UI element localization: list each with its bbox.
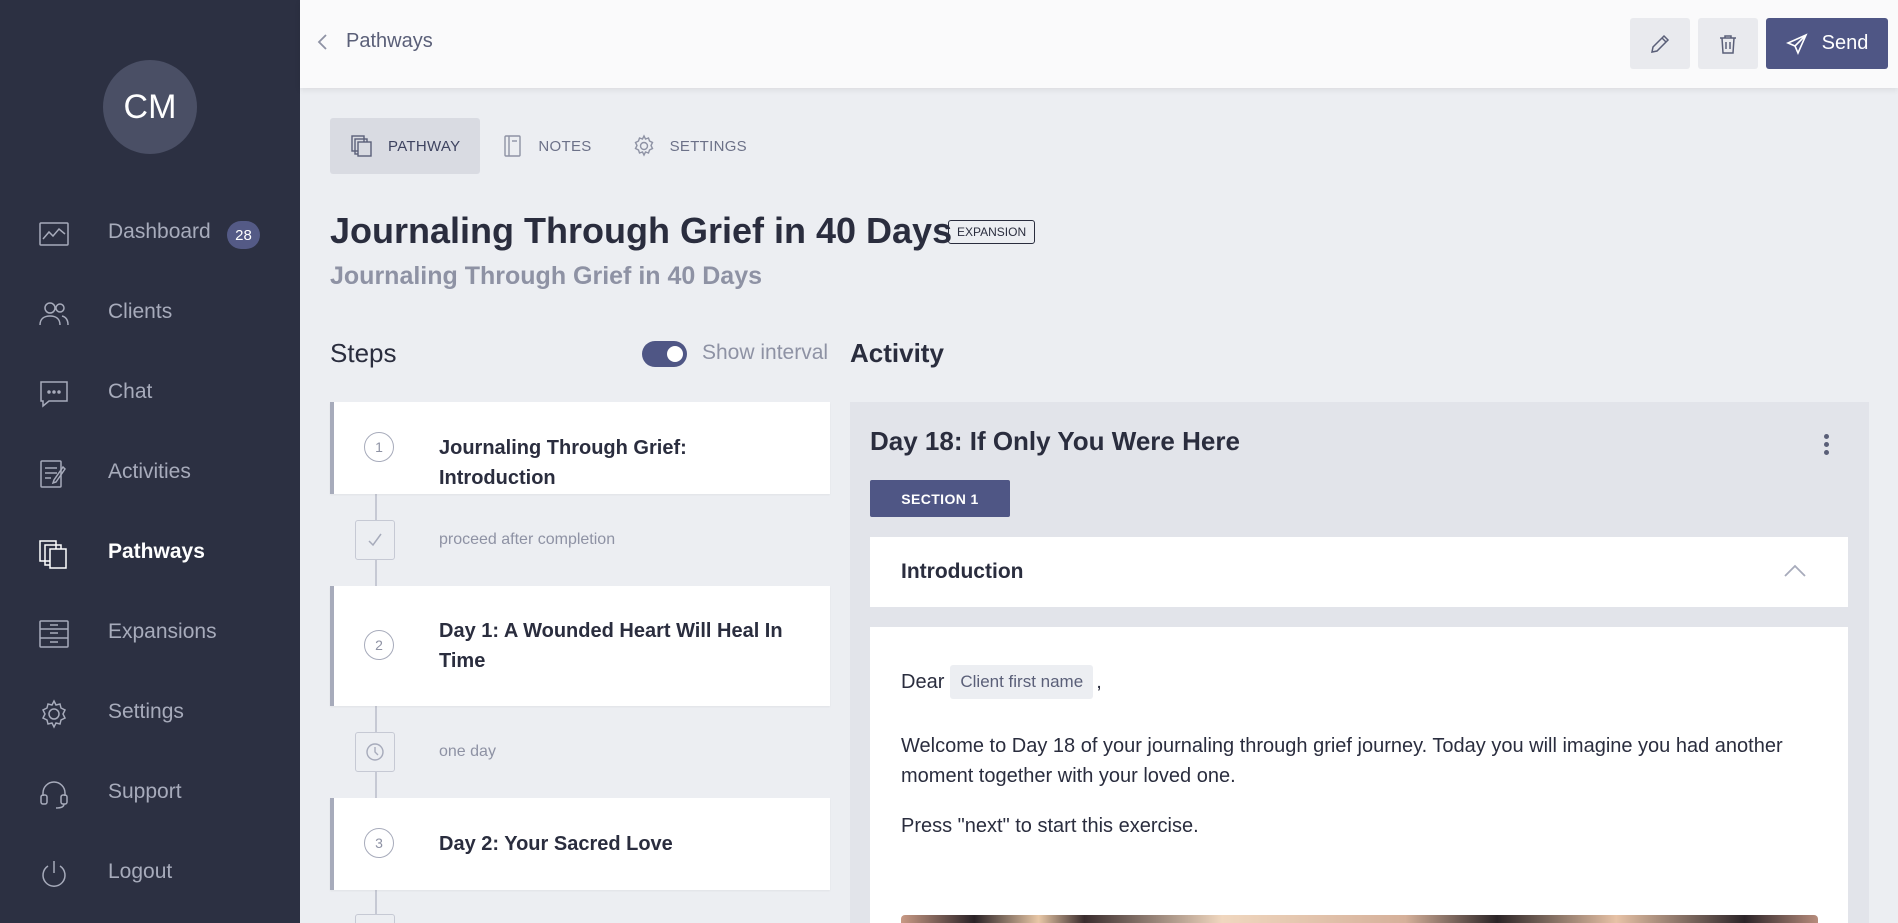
section-tab[interactable]: SECTION 1 — [870, 480, 1010, 517]
power-icon — [42, 861, 66, 887]
interval-indicator — [355, 914, 395, 923]
more-options-icon[interactable] — [1822, 434, 1830, 458]
introduction-accordion[interactable]: Introduction — [870, 537, 1848, 607]
sidebar-item-label: Activities — [108, 460, 191, 483]
interval-label: one day — [439, 743, 496, 760]
sidebar-item-settings[interactable]: Settings — [0, 673, 300, 753]
chat-icon — [40, 381, 68, 408]
sidebar-item-pathways[interactable]: Pathways — [0, 513, 300, 593]
show-interval-toggle[interactable] — [642, 341, 687, 367]
pathways-icon — [351, 135, 372, 157]
headset-icon — [40, 781, 68, 809]
step-number: 1 — [364, 432, 394, 462]
expansion-badge: EXPANSION — [948, 220, 1036, 244]
chevron-up-icon — [1784, 564, 1806, 577]
top-header: Pathways Send — [300, 0, 1898, 88]
notification-badge: 28 — [227, 221, 260, 249]
step-card-2[interactable]: 2 Day 1: A Wounded Heart Will Heal In Ti… — [330, 586, 830, 706]
toggle-knob — [667, 346, 683, 362]
tab-notes[interactable]: NOTES — [480, 118, 611, 174]
step-number: 2 — [364, 630, 394, 660]
gear-icon — [41, 699, 67, 729]
page-subtitle: Journaling Through Grief in 40 Days — [330, 262, 763, 290]
tab-label: SETTINGS — [669, 137, 747, 155]
step-card-1[interactable]: 1 Journaling Through Grief: Introduction — [330, 402, 830, 494]
expansions-icon — [39, 620, 69, 648]
step-title: Day 1: A Wounded Heart Will Heal In Time — [439, 620, 783, 672]
step-title: Journaling Through Grief: Introduction — [439, 437, 687, 489]
avatar[interactable]: CM — [103, 60, 197, 154]
step-card-3[interactable]: 3 Day 2: Your Sacred Love — [330, 798, 830, 890]
sidebar-nav: Dashboard 28 Clients Chat Activities Pat… — [0, 193, 300, 913]
greeting-line: Dear Client first name , — [901, 665, 1102, 699]
instruction-paragraph: Press "next" to start this exercise. — [901, 815, 1199, 837]
pathway-tabs: PATHWAY NOTES SETTINGS — [330, 118, 767, 174]
sidebar-item-chat[interactable]: Chat — [0, 353, 300, 433]
sidebar-item-label: Logout — [108, 860, 173, 883]
users-icon — [39, 302, 69, 326]
sidebar-item-expansions[interactable]: Expansions — [0, 593, 300, 673]
page-title: Journaling Through Grief in 40 Days — [330, 210, 953, 251]
show-interval-label: Show interval — [702, 341, 829, 364]
check-icon — [368, 533, 382, 547]
tab-label: NOTES — [538, 137, 592, 155]
pencil-icon — [1651, 34, 1670, 53]
activity-title: Day 18: If Only You Were Here — [870, 426, 1240, 456]
interval-indicator — [355, 732, 395, 772]
sidebar-item-support[interactable]: Support — [0, 753, 300, 833]
sidebar-item-label: Pathways — [108, 540, 205, 563]
trash-icon — [1720, 34, 1736, 54]
sidebar-item-label: Chat — [108, 380, 153, 403]
welcome-paragraph: Welcome to Day 18 of your journaling thr… — [901, 735, 1783, 787]
tab-pathway[interactable]: PATHWAY — [330, 118, 481, 174]
notebook-icon — [504, 135, 522, 157]
sidebar-item-activities[interactable]: Activities — [0, 433, 300, 513]
sidebar-item-clients[interactable]: Clients — [0, 273, 300, 353]
gear-icon — [634, 134, 654, 157]
step-title: Day 2: Your Sacred Love — [439, 833, 673, 855]
send-button[interactable]: Send — [1766, 18, 1888, 69]
interval-label: proceed after completion — [439, 531, 616, 548]
sidebar-item-label: Dashboard — [108, 220, 211, 243]
step-number: 3 — [364, 828, 394, 858]
back-to-pathways-link[interactable]: Pathways — [312, 30, 433, 53]
sidebar-item-label: Settings — [108, 700, 184, 723]
greeting-comma: , — [1096, 670, 1102, 693]
interval-indicator — [355, 520, 395, 560]
steps-heading: Steps — [330, 338, 397, 368]
sidebar-item-label: Expansions — [108, 620, 217, 643]
activity-panel: Day 18: If Only You Were Here SECTION 1 … — [850, 402, 1869, 923]
greeting-text: Dear — [901, 670, 945, 693]
chevron-left-icon — [317, 33, 327, 50]
accordion-title: Introduction — [901, 560, 1024, 583]
activity-content: Dear Client first name , Welcome to Day … — [870, 627, 1848, 923]
chart-icon — [39, 222, 69, 246]
sidebar-item-dashboard[interactable]: Dashboard 28 — [0, 193, 300, 273]
back-link-label: Pathways — [346, 30, 433, 52]
activities-icon — [40, 460, 66, 488]
activity-heading: Activity — [850, 338, 944, 368]
client-name-placeholder: Client first name — [950, 665, 1094, 699]
edit-button[interactable] — [1630, 18, 1690, 69]
send-button-label: Send — [1821, 32, 1869, 54]
delete-button[interactable] — [1698, 18, 1758, 69]
clock-icon — [366, 743, 384, 761]
paper-plane-icon — [1785, 32, 1808, 55]
activity-image — [901, 915, 1818, 923]
sidebar-item-label: Support — [108, 780, 182, 803]
sidebar-item-logout[interactable]: Logout — [0, 833, 300, 913]
sidebar-item-label: Clients — [108, 300, 173, 323]
pathways-icon — [39, 540, 67, 569]
sidebar: CM Dashboard 28 Clients Chat Activities … — [0, 0, 300, 923]
tab-settings[interactable]: SETTINGS — [612, 118, 767, 174]
tab-label: PATHWAY — [388, 137, 461, 155]
